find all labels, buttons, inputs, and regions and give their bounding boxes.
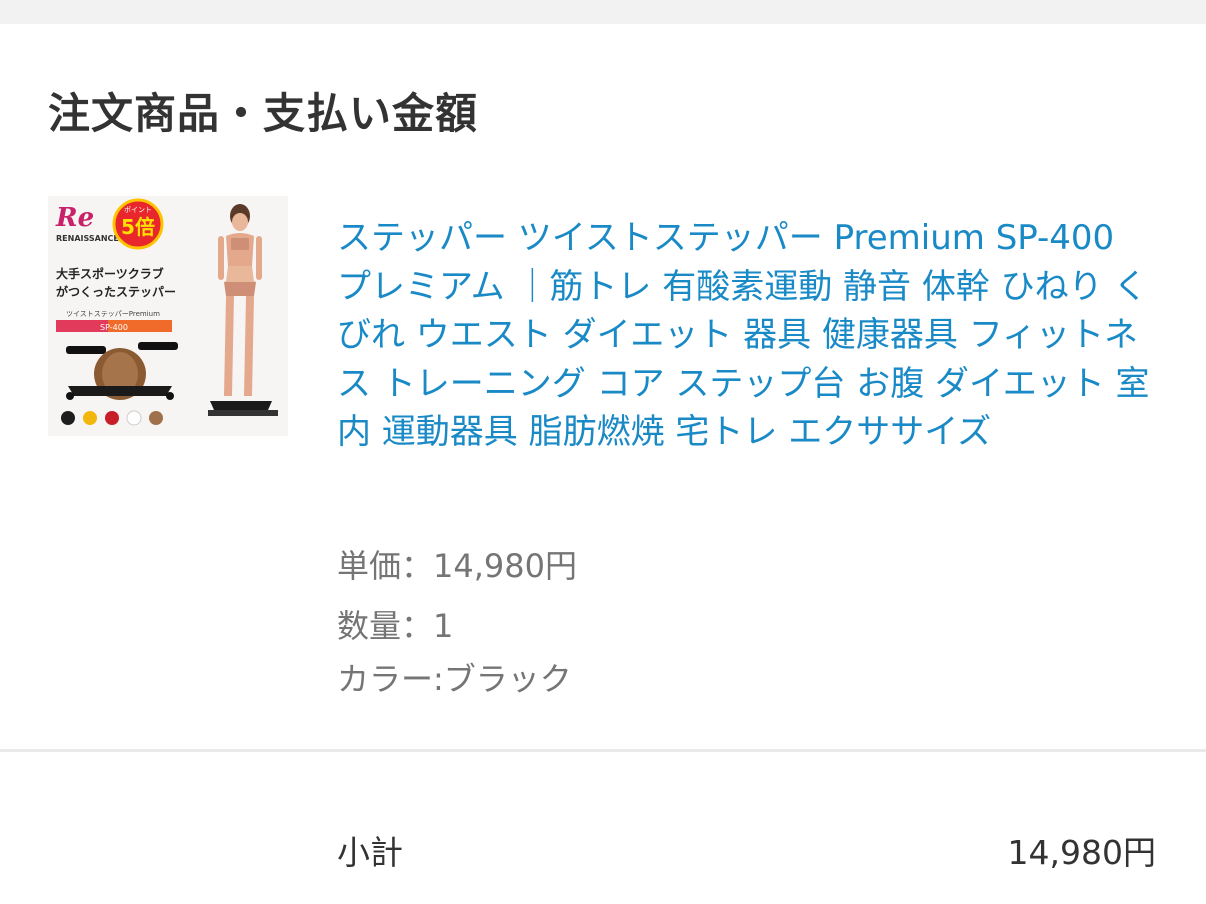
subtotal-value: 14,980円 xyxy=(1007,833,1156,872)
svg-text:5倍: 5倍 xyxy=(121,215,155,239)
subtotal-label: 小計 xyxy=(337,833,403,872)
quantity: 数量：1 xyxy=(337,607,454,645)
svg-text:ポイント: ポイント xyxy=(124,206,152,214)
unit-price: 単価：14,980円 xyxy=(337,547,577,585)
svg-text:ツイストステッパーPremium: ツイストステッパーPremium xyxy=(66,310,160,318)
product-thumbnail[interactable]: Re RENAISSANCE ポイント 5倍 大手スポーツクラブ がつくったステ… xyxy=(48,196,288,436)
svg-text:SP-400: SP-400 xyxy=(100,323,128,332)
brand-name: RENAISSANCE xyxy=(56,234,119,243)
svg-text:大手スポーツクラブ: 大手スポーツクラブ xyxy=(56,266,164,281)
product-title-link[interactable]: ステッパー ツイストステッパー Premium SP-400 プレミアム ｜筋ト… xyxy=(337,214,1157,457)
color-option: カラー:ブラック xyxy=(337,660,572,698)
section-title: 注文商品・支払い金額 xyxy=(48,89,479,138)
divider xyxy=(0,749,1206,752)
top-strip xyxy=(0,0,1206,24)
product-image: Re RENAISSANCE ポイント 5倍 大手スポーツクラブ がつくったステ… xyxy=(48,196,288,436)
brand-logo-icon: Re xyxy=(55,203,94,233)
svg-text:がつくったステッパー: がつくったステッパー xyxy=(56,284,176,299)
